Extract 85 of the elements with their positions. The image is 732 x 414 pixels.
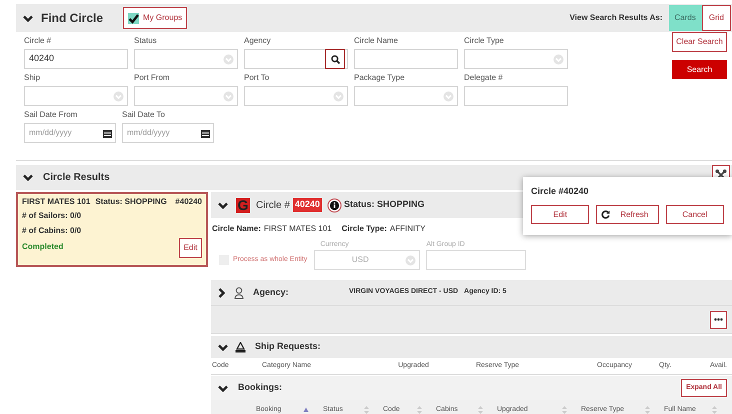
circle-number-badge: 40240 <box>292 198 322 212</box>
info-label: Circle Type: <box>342 223 387 235</box>
chevron-down-icon[interactable] <box>218 384 228 392</box>
refresh-icon <box>601 210 610 219</box>
card-text: # of Sailors: 0/0 <box>22 210 82 222</box>
sort-icon[interactable] <box>417 406 422 414</box>
input-field[interactable] <box>244 49 348 69</box>
dropdown-icon <box>333 90 344 102</box>
input-field[interactable]: 40240 <box>24 49 128 69</box>
status-text: Completed <box>22 241 64 253</box>
popup-title: Circle #40240 <box>531 185 590 197</box>
field-label: Circle Name <box>354 36 400 46</box>
more-button[interactable] <box>710 310 727 328</box>
search-icon <box>330 54 340 64</box>
field-label: Circle # <box>24 36 52 46</box>
checkmark-icon[interactable] <box>128 12 140 24</box>
ship-icon <box>235 342 246 352</box>
input-field[interactable] <box>426 250 526 270</box>
dropdown-icon <box>113 90 124 102</box>
field-label: Port From <box>134 73 171 83</box>
section-title: Find Circle <box>41 10 104 27</box>
field-label: Agency <box>244 36 272 46</box>
field-label: Status <box>134 36 158 46</box>
field-label: Sail Date To <box>122 110 166 120</box>
field-label: Port To <box>244 73 270 83</box>
chevron-down-icon[interactable] <box>23 14 33 22</box>
section-title: Circle Results <box>43 171 110 185</box>
dropdown-field[interactable] <box>134 86 238 106</box>
dropdown-icon <box>405 254 416 266</box>
card-text: # of Cabins: 0/0 <box>22 225 82 237</box>
search-button[interactable]: Search <box>672 60 727 79</box>
edit-button[interactable]: Edit <box>179 238 202 258</box>
input-field[interactable] <box>464 86 568 106</box>
dropdown-field[interactable] <box>134 49 238 69</box>
logo: G <box>236 198 250 212</box>
field-label: Sail Date From <box>24 110 78 120</box>
view-results-label: View Search Results As: <box>570 12 663 24</box>
dropdown-icon <box>553 54 564 64</box>
view-toggle-tab[interactable]: Grid <box>702 5 731 31</box>
chevron-down-icon[interactable] <box>218 344 228 350</box>
dropdown-field[interactable] <box>354 86 458 106</box>
calendar-icon <box>103 128 112 138</box>
info-label: Circle Name: <box>212 223 261 235</box>
dots-icon <box>714 318 723 321</box>
sort-icon[interactable] <box>562 406 567 414</box>
section-title: Agency: <box>253 286 290 299</box>
card-number: #40240 <box>175 196 202 208</box>
view-toggle-tab[interactable]: Cards <box>668 5 702 31</box>
sort-icon[interactable] <box>645 406 650 414</box>
section-title: Bookings: <box>238 381 282 394</box>
section-title: Ship Requests: <box>255 340 321 354</box>
field-label: Ship <box>24 73 42 83</box>
dropdown-icon <box>443 90 454 102</box>
chevron-down-icon[interactable] <box>218 202 228 208</box>
info-value: AFFINITY <box>390 223 426 235</box>
sort-icon[interactable] <box>364 406 369 414</box>
sort-icon[interactable] <box>478 406 483 414</box>
card-status: Status: SHOPPING <box>95 196 167 208</box>
status-text: Status: SHOPPING <box>344 198 424 212</box>
field-label: Delegate # <box>464 73 504 83</box>
input-field[interactable] <box>354 49 458 69</box>
circle-card[interactable]: FIRST MATES 101 Status: SHOPPING #40240 # of Sailors: 0/0 # of Cabins: 0/0 Completed Edit <box>16 192 208 267</box>
info-icon <box>326 198 342 212</box>
sort-ascending-icon[interactable] <box>303 407 309 413</box>
circle-label: Circle # <box>256 198 290 212</box>
card-title: FIRST MATES 101 <box>22 196 90 208</box>
popup-button[interactable]: Cancel <box>666 205 724 224</box>
calendar-icon <box>201 128 210 138</box>
chevron-right-icon[interactable] <box>218 288 225 298</box>
clear-search-button[interactable]: Clear Search <box>672 32 727 52</box>
dropdown-field[interactable] <box>464 49 568 69</box>
refresh-button[interactable]: Refresh <box>596 205 659 224</box>
dropdown-icon <box>223 54 234 64</box>
dropdown-icon <box>223 90 234 102</box>
person-icon <box>234 286 244 298</box>
sort-icon[interactable] <box>712 406 717 414</box>
dropdown-field[interactable] <box>24 86 128 106</box>
popup-button[interactable]: Edit <box>531 205 590 224</box>
my-groups-checkbox[interactable]: My Groups <box>123 7 188 29</box>
dropdown-field[interactable] <box>244 86 348 106</box>
field-label: Package Type <box>354 73 406 83</box>
search-button[interactable] <box>325 49 345 69</box>
chevron-down-icon[interactable] <box>23 174 33 181</box>
info-value: FIRST MATES 101 <box>264 223 332 235</box>
field-label: Circle Type <box>464 36 505 46</box>
